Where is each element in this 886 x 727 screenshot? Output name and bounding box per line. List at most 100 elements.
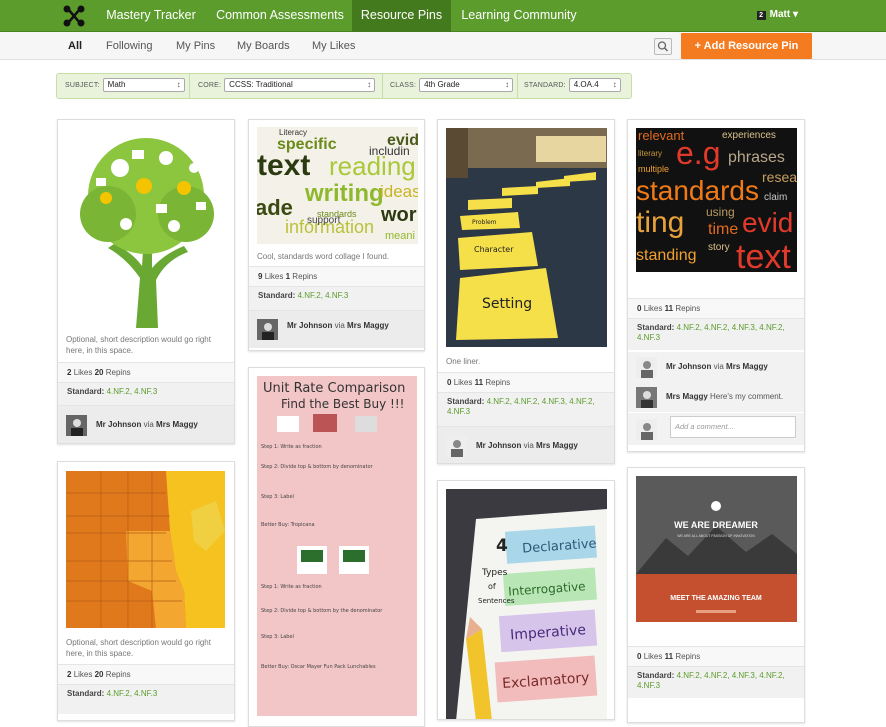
likes-label: Likes	[73, 368, 93, 377]
pin-description: One liner.	[446, 357, 481, 366]
nav-resource-pins[interactable]: Resource Pins	[352, 0, 451, 32]
tab-following[interactable]: Following	[106, 32, 152, 60]
collage-word: writing	[304, 180, 384, 207]
tab-my-boards[interactable]: My Boards	[237, 32, 290, 60]
collage-word: Literacy	[279, 128, 307, 137]
sentence-types-photo: 4 Types of Sentences Declarative Interro…	[446, 489, 607, 719]
cloud-word: standards	[636, 175, 759, 206]
avatar[interactable]	[636, 357, 657, 378]
pin-card[interactable]: Unit Rate Comparison Find the Best Buy !…	[248, 367, 425, 727]
byline-text: Mr Johnson via Mrs Maggy	[666, 362, 768, 371]
standard-label: Standard:	[258, 291, 296, 300]
author-name[interactable]: Mr Johnson	[476, 441, 521, 450]
search-button[interactable]	[654, 38, 672, 55]
pin-image[interactable]: 4 Types of Sentences Declarative Interro…	[446, 489, 607, 719]
standard-label: Standard:	[67, 689, 105, 698]
via-label: via	[523, 441, 534, 450]
filter-label: STANDARD:	[524, 81, 566, 89]
pin-standards: Standard: 4.NF.2, 4.NF.3	[58, 382, 234, 405]
tree-illustration	[80, 138, 214, 328]
nav-common-assessments[interactable]: Common Assessments	[208, 0, 352, 32]
source-name[interactable]: Mrs Maggy	[156, 420, 198, 429]
pin-image[interactable]: Unit Rate Comparison Find the Best Buy !…	[257, 376, 417, 716]
likes-label: Likes	[73, 670, 93, 679]
repins-count: 11	[664, 304, 674, 313]
comment-text: Mrs Maggy Here's my comment.	[666, 392, 783, 401]
pin-byline: Mr Johnson via Mrs Maggy	[58, 405, 234, 443]
standard-links[interactable]: 4.NF.2, 4.NF.3	[298, 291, 349, 300]
class-select[interactable]: 4th Grade	[419, 78, 514, 92]
nav-mastery-tracker[interactable]: Mastery Tracker	[96, 0, 206, 32]
poster-step: Step 2: Divide top & bottom by the denom…	[261, 608, 383, 614]
author-name[interactable]: Mr Johnson	[287, 321, 332, 330]
pin-image[interactable]: text reading specific evid writing ideas…	[257, 127, 418, 244]
poster-step: Step 2: Divide top & bottom by denominat…	[261, 464, 374, 470]
byline-text: Mr Johnson via Mrs Maggy	[287, 321, 389, 330]
pin-card[interactable]: 4 Types of Sentences Declarative Interro…	[437, 480, 615, 720]
tab-all[interactable]: All	[68, 32, 82, 60]
pin-card[interactable]: text reading specific evid writing ideas…	[248, 119, 425, 351]
likes-label: Likes	[453, 378, 473, 387]
source-name[interactable]: Mrs Maggy	[347, 321, 389, 330]
user-name: Matt	[769, 9, 791, 20]
pin-card[interactable]: Setting Character Problem One liner. 0 L…	[437, 119, 615, 464]
unit-rate-poster-image: Unit Rate Comparison Find the Best Buy !…	[257, 376, 417, 716]
pin-image[interactable]: Setting Character Problem	[446, 128, 607, 347]
person-photo-icon	[636, 387, 657, 408]
sign-text: Types	[481, 568, 508, 578]
person-photo-icon	[446, 436, 467, 457]
tab-my-likes[interactable]: My Likes	[312, 32, 355, 60]
standard-links[interactable]: 4.NF.2, 4.NF.3	[107, 387, 158, 396]
pin-card[interactable]: relevant e.g experiences literary phrase…	[627, 119, 805, 452]
subject-select[interactable]: Math	[102, 78, 185, 92]
pin-image[interactable]	[66, 471, 225, 628]
notification-badge[interactable]: 2	[756, 11, 766, 20]
pin-card[interactable]: WE ARE DREAMER WE ARE ALL ABOUT PASSION …	[627, 467, 805, 723]
filter-subject: SUBJECT: Math	[65, 78, 185, 92]
avatar[interactable]	[66, 415, 87, 436]
hero-banner: MEET THE AMAZING TEAM	[670, 595, 762, 602]
poster-step: Step 3: Label	[261, 634, 294, 640]
author-name[interactable]: Mr Johnson	[666, 362, 711, 371]
avatar[interactable]	[257, 319, 278, 340]
repins-label: Repins	[675, 652, 701, 661]
avatar[interactable]	[636, 387, 657, 408]
collage-word: ideas	[380, 182, 418, 201]
pin-image[interactable]: WE ARE DREAMER WE ARE ALL ABOUT PASSION …	[636, 476, 797, 622]
network-logo-icon[interactable]	[62, 4, 86, 28]
pin-image[interactable]	[66, 128, 226, 328]
source-name[interactable]: Mrs Maggy	[726, 362, 768, 371]
collage-word: wor	[380, 204, 417, 226]
user-menu[interactable]: 2 Matt ▾	[756, 9, 798, 20]
author-name[interactable]: Mr Johnson	[96, 420, 141, 429]
repins-label: Repins	[675, 304, 701, 313]
repins-label: Repins	[105, 670, 131, 679]
standard-select[interactable]: 4.OA.4	[568, 78, 621, 92]
setting-floor-photo: Setting Character Problem	[446, 128, 607, 347]
pin-image[interactable]: relevant e.g experiences literary phrase…	[636, 128, 797, 272]
comment-input[interactable]: Add a comment...	[670, 416, 796, 438]
core-select[interactable]: CCSS: Traditional	[224, 78, 376, 92]
likes-count: 0	[637, 652, 642, 661]
filter-label: CORE:	[198, 81, 222, 89]
sign-text: Setting	[482, 296, 532, 312]
via-label: via	[334, 321, 345, 330]
pin-card[interactable]: Optional, short description would go rig…	[57, 119, 235, 444]
pin-stats: 0 Likes 11 Repins	[628, 298, 804, 318]
pin-stats: 0 Likes 11 Repins	[438, 372, 614, 392]
source-name[interactable]: Mrs Maggy	[536, 441, 578, 450]
pin-byline: Mr Johnson via Mrs Maggy	[438, 426, 614, 463]
likes-count: 2	[67, 670, 72, 679]
tab-my-pins[interactable]: My Pins	[176, 32, 215, 60]
standard-label: Standard:	[447, 397, 485, 406]
hero-tagline: WE ARE ALL ABOUT PASSION OF INNOVATION	[677, 534, 755, 538]
standard-links[interactable]: 4.NF.2, 4.NF.3	[107, 689, 158, 698]
likes-count: 0	[637, 304, 642, 313]
collage-word: specific	[277, 136, 337, 153]
avatar[interactable]	[446, 436, 467, 457]
poster-step: Better Buy: Oscar Mayer Fun Pack Lunchab…	[261, 664, 376, 670]
pin-card[interactable]: Optional, short description would go rig…	[57, 461, 235, 721]
add-resource-pin-button[interactable]: + Add Resource Pin	[681, 33, 812, 59]
comment-author[interactable]: Mrs Maggy	[666, 392, 708, 401]
nav-learning-community[interactable]: Learning Community	[451, 0, 587, 32]
